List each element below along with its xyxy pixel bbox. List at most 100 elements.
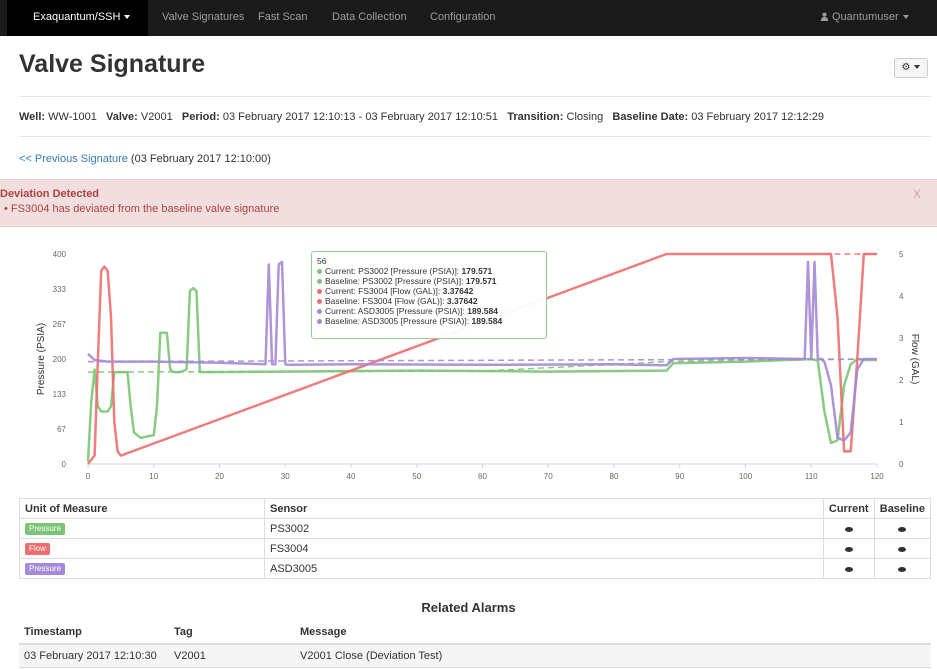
tooltip-value: 3.37642 [442, 286, 474, 296]
alert-message: • FS3004 has deviated from the baseline … [4, 203, 280, 215]
signature-info: Well: WW-1001 Valve: V2001 Period: 03 Fe… [19, 111, 824, 123]
tooltip-value: 3.37642 [446, 296, 478, 306]
nav-item-fast-scan[interactable]: Fast Scan [258, 11, 308, 23]
previous-signature: << Previous Signature (03 February 2017 … [19, 153, 271, 165]
series-dot [317, 319, 322, 325]
tooltip-row: Current: FS3004 [Flow (GAL)]: 3.37642 [317, 286, 546, 296]
eye-icon [898, 566, 907, 572]
y-tick-label: 400 [53, 250, 67, 259]
sensor-table: Unit of Measure Sensor Current Baseline … [19, 498, 932, 579]
previous-signature-date: (03 February 2017 12:10:00) [130, 153, 271, 165]
close-icon[interactable]: X [913, 187, 921, 201]
x-tick-label: 20 [215, 472, 224, 481]
x-tick-label: 100 [739, 472, 753, 481]
y-tick-label: 200 [53, 355, 67, 364]
x-tick-label: 0 [86, 472, 91, 481]
user-name: Quantumuser [832, 11, 899, 23]
current-toggle[interactable] [822, 518, 875, 539]
message-header: Message [295, 621, 931, 645]
tooltip-row: Baseline: ASD3005 [Pressure (PSIA)]: 189… [317, 316, 546, 326]
unit-badge: Pressure [25, 563, 66, 575]
current-toggle[interactable] [822, 538, 875, 559]
well-value: WW-1001 [48, 111, 97, 123]
y2-tick-label: 4 [899, 292, 904, 301]
x-tick-label: 110 [805, 472, 818, 481]
unit-cell: Pressure [19, 558, 265, 579]
x-tick-label: 90 [675, 472, 684, 481]
tooltip-row: Current: PS3002 [Pressure (PSIA)]: 179.5… [317, 266, 546, 276]
nav-brand-menu[interactable]: Exaquantum/SSH [33, 11, 131, 23]
y-tick-label: 267 [53, 320, 67, 329]
top-navbar: Exaquantum/SSH Valve Signatures Fast Sca… [0, 0, 937, 36]
tooltip-row: Baseline: PS3002 [Pressure (PSIA)]: 179.… [317, 276, 546, 286]
series-dot [317, 289, 322, 295]
x-tick-label: 70 [544, 472, 553, 481]
eye-icon [844, 526, 853, 532]
unit-cell: Flow [19, 538, 265, 559]
series-dot [317, 279, 322, 285]
x-tick-label: 80 [610, 472, 619, 481]
baseline-toggle[interactable] [873, 518, 932, 539]
series-dot [317, 309, 322, 315]
chevron-down-icon [124, 15, 131, 20]
tooltip-value: 189.584 [471, 316, 503, 326]
user-icon [820, 12, 829, 24]
tooltip-row: Baseline: FS3004 [Flow (GAL)]: 3.37642 [317, 296, 546, 306]
table-row: Pressure ASD3005 [19, 558, 932, 579]
tooltip-label: Baseline: ASD3005 [Pressure (PSIA)]: [325, 316, 470, 326]
x-tick-label: 30 [281, 472, 290, 481]
nav-item-data-collection[interactable]: Data Collection [332, 11, 407, 23]
well-label: Well: [19, 111, 46, 123]
baseline-date-value: 03 February 2017 12:12:29 [691, 111, 824, 123]
eye-icon [898, 546, 907, 552]
tooltip-value: 189.584 [467, 306, 498, 316]
tooltip-title: 56 [317, 256, 327, 266]
alert-title: Deviation Detected [0, 188, 100, 200]
chevron-down-icon [902, 15, 909, 20]
chart-tooltip: 56 Current: PS3002 [Pressure (PSIA)]: 17… [311, 251, 547, 339]
alarms-table: Timestamp Tag Message 03 February 2017 1… [19, 621, 931, 668]
nav-item-configuration[interactable]: Configuration [430, 11, 495, 23]
tooltip-value: 179.571 [461, 266, 493, 276]
tooltip-label: Current: PS3002 [Pressure (PSIA)]: [325, 266, 460, 276]
settings-dropdown-button[interactable]: ⚙ [894, 58, 928, 78]
baseline-toggle[interactable] [873, 558, 932, 579]
x-tick-label: 60 [478, 472, 487, 481]
valve-value: V2001 [140, 111, 173, 123]
eye-icon [844, 566, 853, 572]
current-header: Current [822, 498, 875, 519]
y2-tick-label: 2 [899, 376, 904, 385]
baseline-date-label: Baseline Date: [612, 111, 689, 123]
divider [19, 96, 931, 97]
alarm-tag: V2001 [169, 644, 295, 668]
baseline-toggle[interactable] [873, 538, 932, 559]
unit-header: Unit of Measure [19, 498, 265, 519]
related-alarms-title: Related Alarms [421, 600, 516, 615]
divider [19, 136, 931, 137]
deviation-alert: Deviation Detected • FS3004 has deviated… [0, 179, 937, 227]
baseline-header: Baseline [873, 498, 932, 519]
current-toggle[interactable] [822, 558, 875, 579]
gear-icon: ⚙ [901, 62, 911, 73]
user-menu[interactable]: Quantumuser [820, 11, 909, 24]
nav-item-valve-signatures[interactable]: Valve Signatures [162, 11, 244, 23]
table-row: 03 February 2017 12:10:30 V2001 V2001 Clos… [19, 644, 931, 668]
y2-tick-label: 1 [899, 418, 904, 427]
y-tick-label: 67 [57, 425, 66, 434]
unit-badge: Pressure [25, 523, 66, 535]
eye-icon [844, 546, 853, 552]
previous-signature-link[interactable]: << Previous Signature [19, 153, 128, 165]
page-title: Valve Signature [19, 50, 206, 78]
eye-icon [898, 526, 907, 532]
x-tick-label: 50 [412, 472, 421, 481]
y2-tick-label: 0 [899, 460, 904, 469]
transition-value: Closing [566, 111, 604, 123]
y2-tick-label: 3 [899, 334, 904, 343]
sensor-cell: ASD3005 [264, 558, 824, 579]
x-tick-label: 10 [149, 472, 158, 481]
series-dot [317, 269, 322, 275]
tooltip-label: Current: FS3004 [Flow (GAL)]: [325, 286, 441, 296]
y-tick-label: 333 [53, 285, 67, 294]
tooltip-label: Baseline: FS3004 [Flow (GAL)]: [325, 296, 445, 306]
timestamp-header: Timestamp [19, 621, 169, 645]
